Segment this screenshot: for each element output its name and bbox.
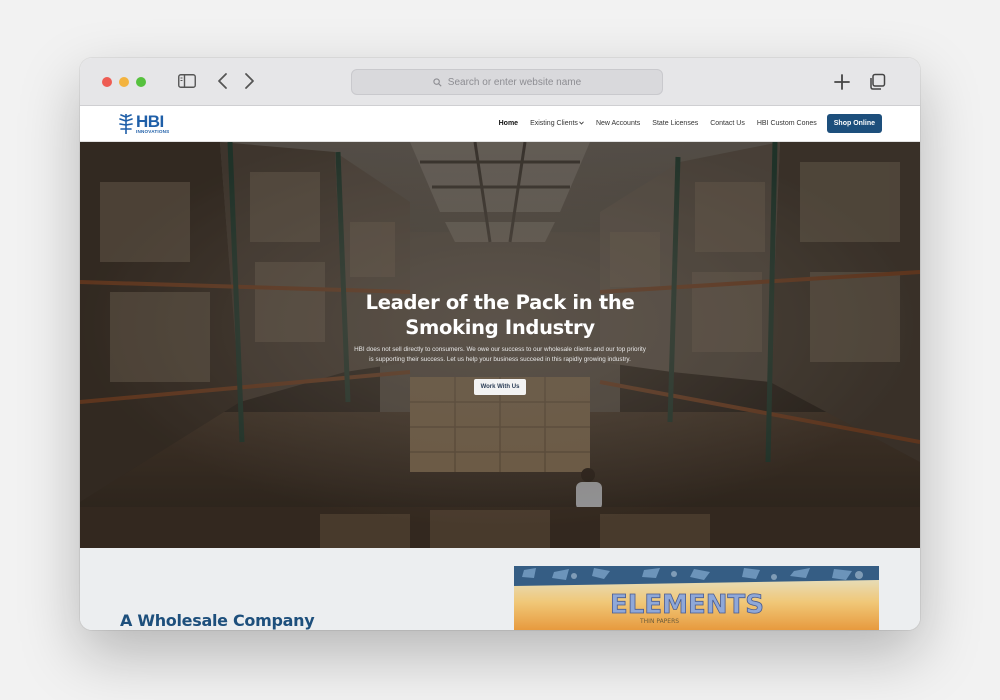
nav-state-licenses-label: State Licenses xyxy=(652,119,699,127)
nav-new-accounts-label: New Accounts xyxy=(595,119,641,127)
hero-content: Leader of the Pack in the Smoking Indust… xyxy=(350,290,650,395)
product-brand-text: ELEMENTS xyxy=(610,590,764,620)
hero-description: HBI does not sell directly to consumers.… xyxy=(354,346,646,363)
hero-title: Leader of the Pack in the Smoking Indust… xyxy=(365,291,635,339)
close-window-button[interactable] xyxy=(102,77,112,87)
site-header: HBI INNOVATIONS Home Existing Clients Ne… xyxy=(80,106,920,142)
minimize-window-button[interactable] xyxy=(119,77,129,87)
shop-online-button[interactable]: Shop Online xyxy=(826,113,882,133)
back-arrow-icon[interactable] xyxy=(216,72,230,90)
nav-existing-clients-label: Existing Clients xyxy=(530,119,578,127)
chevron-down-icon xyxy=(579,121,584,125)
browser-window: Search or enter website name HBI INNOVAT… xyxy=(80,58,920,630)
nav-existing-clients[interactable]: Existing Clients xyxy=(530,120,584,127)
product-subtext: THIN PAPERS xyxy=(639,618,679,625)
tab-overview-icon[interactable] xyxy=(868,73,886,91)
logo-wordmark: HBI xyxy=(136,112,164,132)
sidebar-toggle-icon[interactable] xyxy=(178,74,196,88)
browser-toolbar: Search or enter website name xyxy=(80,58,920,106)
address-bar[interactable]: Search or enter website name xyxy=(351,69,663,95)
wholesale-section: A Wholesale Company ELEMENTS THIN PAPERS xyxy=(80,548,920,630)
hero-section: Leader of the Pack in the Smoking Indust… xyxy=(80,142,920,548)
nav-hbi-custom-cones-label: HBI Custom Cones xyxy=(756,119,817,127)
main-navigation: Home Existing Clients New Accounts State… xyxy=(487,112,882,134)
nav-home[interactable]: Home xyxy=(499,120,518,127)
hbi-logo[interactable]: HBI INNOVATIONS xyxy=(118,111,169,137)
maximize-window-button[interactable] xyxy=(136,77,146,87)
nav-contact-us[interactable]: Contact Us xyxy=(710,120,745,127)
leaf-logo-icon xyxy=(119,114,133,134)
nav-new-accounts[interactable]: New Accounts xyxy=(596,120,640,127)
forward-arrow-icon[interactable] xyxy=(242,72,256,90)
section-heading: A Wholesale Company xyxy=(120,611,315,630)
nav-contact-us-label: Contact Us xyxy=(710,119,745,127)
new-tab-plus-icon[interactable] xyxy=(833,73,851,91)
nav-hbi-custom-cones[interactable]: HBI Custom Cones xyxy=(757,120,817,127)
nav-home-label: Home xyxy=(498,119,519,127)
elements-papers-product-image: ELEMENTS THIN PAPERS xyxy=(514,566,879,630)
logo-subtitle: INNOVATIONS xyxy=(136,129,170,135)
address-placeholder: Search or enter website name xyxy=(447,76,582,88)
work-with-us-button[interactable]: Work With Us xyxy=(473,379,527,395)
nav-state-licenses[interactable]: State Licenses xyxy=(652,120,698,127)
search-icon xyxy=(433,77,442,87)
